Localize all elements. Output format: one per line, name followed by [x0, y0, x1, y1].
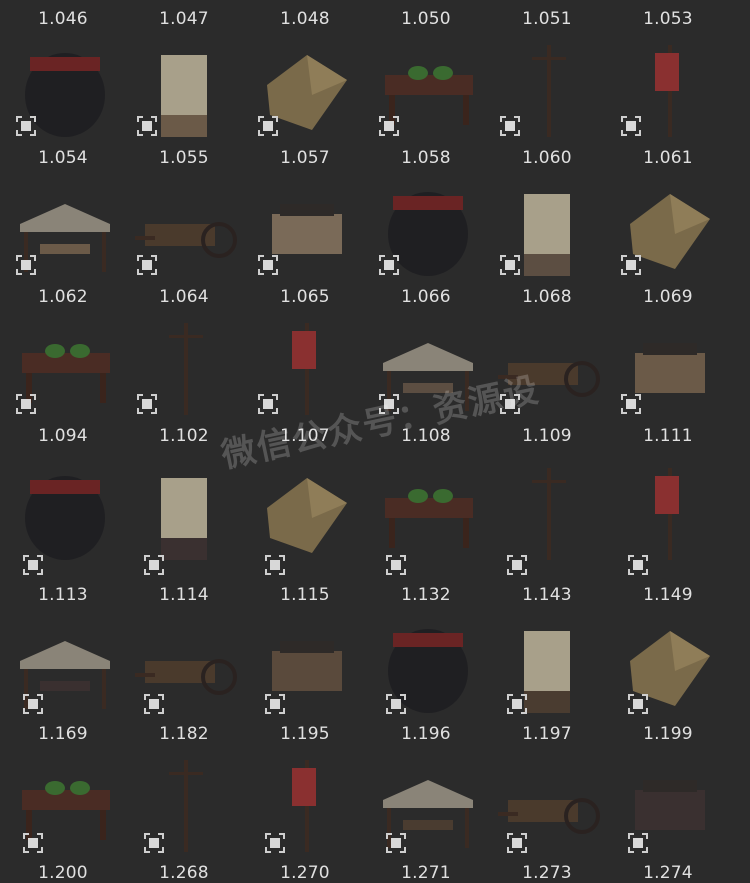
select-checkbox-icon[interactable]: [15, 393, 37, 415]
asset-label: 1.195: [280, 724, 330, 744]
select-checkbox-icon[interactable]: [22, 693, 44, 715]
asset-thumbnail[interactable]: [494, 458, 604, 564]
select-checkbox-icon[interactable]: [136, 254, 158, 276]
asset-label: 1.182: [159, 724, 209, 744]
asset-label: 1.271: [401, 863, 451, 883]
asset-label: 1.196: [401, 724, 451, 744]
asset-label: 1.200: [38, 863, 88, 883]
asset-label: 1.055: [159, 148, 209, 168]
asset-label: 1.197: [522, 724, 572, 744]
asset-label: 1.199: [643, 724, 693, 744]
asset-label: 1.169: [38, 724, 88, 744]
asset-thumbnail[interactable]: [373, 458, 483, 564]
select-checkbox-icon[interactable]: [143, 832, 165, 854]
asset-thumbnail[interactable]: [252, 458, 362, 564]
select-checkbox-icon[interactable]: [143, 554, 165, 576]
asset-label: 1.094: [38, 426, 88, 446]
asset-label: 1.065: [280, 287, 330, 307]
asset-label: 1.064: [159, 287, 209, 307]
asset-tile[interactable]: 1.271: [367, 0, 485, 883]
asset-label: 1.066: [401, 287, 451, 307]
asset-label: 1.114: [159, 585, 209, 605]
asset-tile[interactable]: 1.268: [125, 0, 243, 883]
select-checkbox-icon[interactable]: [620, 393, 642, 415]
asset-label: 1.061: [643, 148, 693, 168]
asset-label: 1.111: [643, 426, 693, 446]
select-checkbox-icon[interactable]: [22, 554, 44, 576]
asset-label: 1.058: [401, 148, 451, 168]
select-checkbox-icon[interactable]: [627, 832, 649, 854]
asset-label: 1.115: [280, 585, 330, 605]
select-checkbox-icon[interactable]: [506, 554, 528, 576]
asset-tile[interactable]: 1.273: [488, 0, 606, 883]
asset-label: 1.060: [522, 148, 572, 168]
select-checkbox-icon[interactable]: [385, 832, 407, 854]
select-checkbox-icon[interactable]: [499, 254, 521, 276]
asset-label: 1.143: [522, 585, 572, 605]
select-checkbox-icon[interactable]: [257, 393, 279, 415]
asset-label: 1.062: [38, 287, 88, 307]
select-checkbox-icon[interactable]: [627, 693, 649, 715]
asset-label: 1.268: [159, 863, 209, 883]
asset-tile[interactable]: 1.200: [4, 0, 122, 883]
select-checkbox-icon[interactable]: [264, 554, 286, 576]
select-checkbox-icon[interactable]: [264, 832, 286, 854]
select-checkbox-icon[interactable]: [506, 832, 528, 854]
asset-thumbnail[interactable]: [131, 458, 241, 564]
asset-thumbnail[interactable]: [10, 458, 120, 564]
asset-label: 1.054: [38, 148, 88, 168]
select-checkbox-icon[interactable]: [627, 554, 649, 576]
asset-tile[interactable]: 1.270: [246, 0, 364, 883]
asset-label: 1.132: [401, 585, 451, 605]
select-checkbox-icon[interactable]: [264, 693, 286, 715]
asset-label: 1.273: [522, 863, 572, 883]
asset-label: 1.068: [522, 287, 572, 307]
asset-label: 1.274: [643, 863, 693, 883]
select-checkbox-icon[interactable]: [385, 554, 407, 576]
select-checkbox-icon[interactable]: [136, 393, 158, 415]
select-checkbox-icon[interactable]: [385, 693, 407, 715]
select-checkbox-icon[interactable]: [257, 254, 279, 276]
asset-label: 1.109: [522, 426, 572, 446]
select-checkbox-icon[interactable]: [143, 693, 165, 715]
select-checkbox-icon[interactable]: [15, 254, 37, 276]
asset-label: 1.057: [280, 148, 330, 168]
asset-tile[interactable]: 1.274: [609, 0, 727, 883]
asset-label: 1.113: [38, 585, 88, 605]
select-checkbox-icon[interactable]: [506, 693, 528, 715]
select-checkbox-icon[interactable]: [378, 254, 400, 276]
select-checkbox-icon[interactable]: [22, 832, 44, 854]
asset-label: 1.069: [643, 287, 693, 307]
asset-label: 1.270: [280, 863, 330, 883]
asset-label: 1.149: [643, 585, 693, 605]
asset-thumbnail[interactable]: [615, 458, 725, 564]
select-checkbox-icon[interactable]: [620, 254, 642, 276]
